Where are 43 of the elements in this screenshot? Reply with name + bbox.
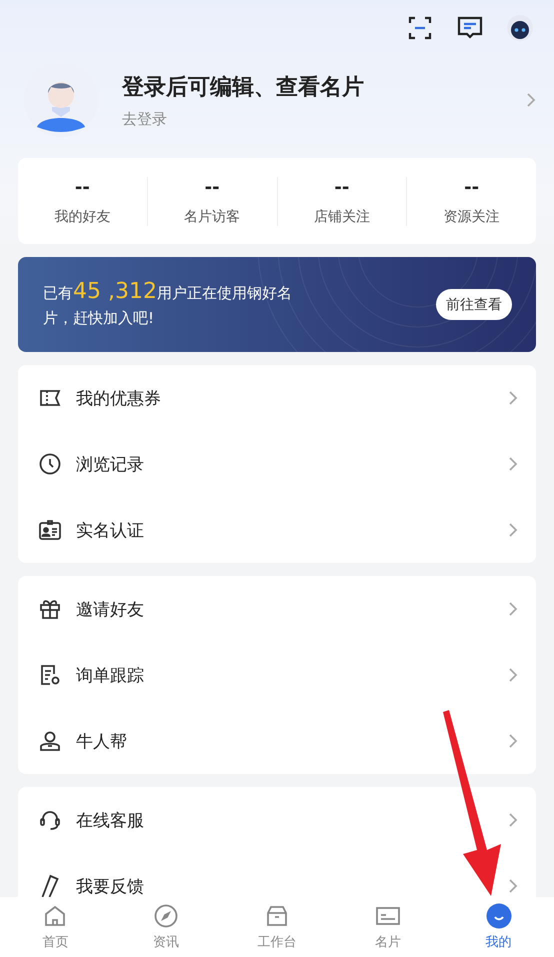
smile-icon xyxy=(486,903,512,929)
nav-tab[interactable]: 我的 xyxy=(443,897,554,957)
login-prompt-title: 登录后可编辑、查看名片 xyxy=(122,74,365,102)
chevron-icon xyxy=(508,733,518,749)
stat-label: 名片访客 xyxy=(184,208,240,226)
chevron-icon xyxy=(508,390,518,406)
stat-label: 我的好友 xyxy=(54,208,110,226)
menu-item[interactable]: 牛人帮 xyxy=(76,730,127,752)
id-card-icon xyxy=(38,518,62,542)
stat-value: -- xyxy=(74,176,90,198)
menu-item[interactable]: 我的优惠券 xyxy=(76,386,161,410)
stat-value: -- xyxy=(464,176,480,198)
menu-item[interactable]: 在线客服 xyxy=(76,808,144,832)
gift-icon xyxy=(38,597,62,621)
chevron-icon xyxy=(508,878,518,894)
chevron-icon xyxy=(508,601,518,617)
nav-tab[interactable]: 工作台 xyxy=(222,897,332,957)
chevron-icon xyxy=(508,667,518,683)
menu-item[interactable]: 我要反馈 xyxy=(76,874,144,897)
chevron-icon xyxy=(508,522,518,538)
nav-tab[interactable]: 资讯 xyxy=(110,897,222,957)
document-icon xyxy=(38,663,62,687)
headset-icon xyxy=(38,808,62,832)
stat-label: 店铺关注 xyxy=(314,208,370,226)
promo-text: 已有45 ,312用户正在使用钢好名片，赶快加入吧! xyxy=(43,278,293,328)
chevron-icon xyxy=(526,92,536,108)
robot-icon[interactable] xyxy=(506,14,534,42)
menu-item[interactable]: 邀请好友 xyxy=(76,598,144,620)
chevron-icon xyxy=(508,812,518,828)
person-icon xyxy=(38,729,62,753)
stat-value: -- xyxy=(204,176,220,198)
nav-tab[interactable]: 名片 xyxy=(332,897,444,957)
view-button[interactable]: 前往查看 xyxy=(436,289,512,320)
chevron-icon xyxy=(508,456,518,472)
stat-label: 资源关注 xyxy=(444,208,500,226)
menu-item[interactable]: 浏览记录 xyxy=(76,452,144,476)
compass-icon xyxy=(153,903,180,929)
clock-icon xyxy=(38,452,62,476)
menu-item[interactable]: 实名认证 xyxy=(76,518,144,542)
menu-item[interactable]: 询单跟踪 xyxy=(76,664,144,686)
nav-tab[interactable]: 首页 xyxy=(0,897,111,957)
stat-value: -- xyxy=(334,176,350,198)
scan-icon[interactable] xyxy=(406,14,434,42)
